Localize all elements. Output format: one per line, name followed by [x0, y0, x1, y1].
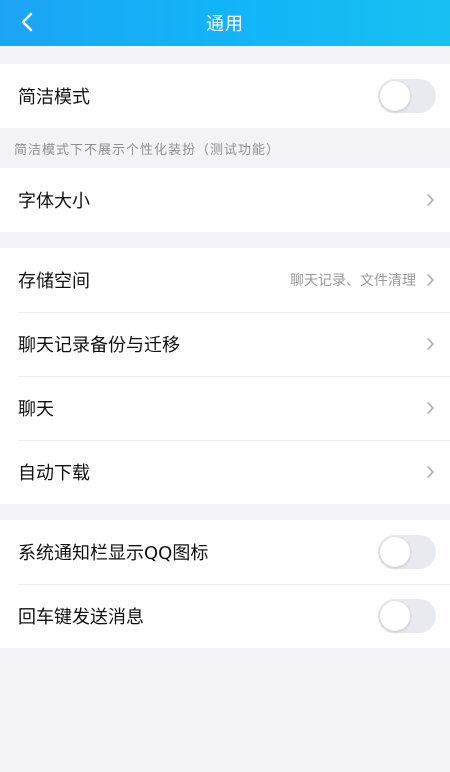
enter-send-row: 回车键发送消息	[0, 584, 450, 648]
notification-icon-row: 系统通知栏显示QQ图标	[0, 520, 450, 584]
simple-mode-label: 简洁模式	[18, 87, 90, 108]
backup-row[interactable]: 聊天记录备份与迁移	[0, 312, 450, 376]
auto-download-row[interactable]: 自动下载	[0, 440, 450, 504]
chevron-right-icon	[424, 465, 436, 479]
storage-value: 聊天记录、文件清理	[290, 273, 416, 289]
notification-icon-label: 系统通知栏显示QQ图标	[18, 543, 209, 564]
chevron-left-icon	[21, 12, 33, 32]
chevron-right-icon	[424, 193, 436, 207]
toggle-knob	[380, 601, 410, 631]
backup-label: 聊天记录备份与迁移	[18, 335, 180, 356]
simple-mode-toggle[interactable]	[378, 79, 436, 113]
nav-header: 通用	[0, 0, 450, 46]
auto-download-label: 自动下载	[18, 463, 90, 484]
enter-send-label: 回车键发送消息	[18, 607, 144, 628]
chat-row[interactable]: 聊天	[0, 376, 450, 440]
chevron-right-icon	[424, 273, 436, 287]
chevron-right-icon	[424, 401, 436, 415]
enter-send-toggle[interactable]	[378, 599, 436, 633]
storage-section: 存储空间 聊天记录、文件清理 聊天记录备份与迁移 聊天 自动下载	[0, 248, 450, 504]
simple-mode-row: 简洁模式	[0, 64, 450, 128]
toggle-knob	[380, 81, 410, 111]
toggles-section: 系统通知栏显示QQ图标 回车键发送消息	[0, 520, 450, 648]
notification-icon-toggle[interactable]	[378, 535, 436, 569]
page-title: 通用	[206, 14, 244, 35]
toggle-knob	[380, 537, 410, 567]
chevron-right-icon	[424, 337, 436, 351]
chat-label: 聊天	[18, 399, 54, 420]
font-size-label: 字体大小	[18, 191, 90, 212]
font-size-row[interactable]: 字体大小	[0, 168, 450, 232]
simple-mode-note: 简洁模式下不展示个性化装扮（测试功能）	[14, 142, 281, 158]
simple-mode-section: 简洁模式	[0, 64, 450, 128]
storage-label: 存储空间	[18, 271, 90, 292]
font-size-section: 字体大小	[0, 168, 450, 232]
storage-row[interactable]: 存储空间 聊天记录、文件清理	[0, 248, 450, 312]
back-button[interactable]	[14, 9, 40, 35]
